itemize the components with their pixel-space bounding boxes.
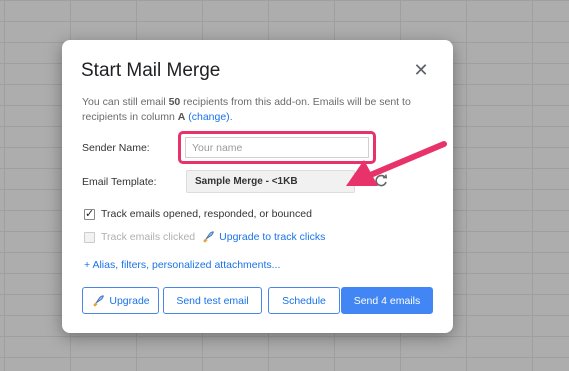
send-test-email-button[interactable]: Send test email <box>163 287 262 314</box>
track-opened-label: Track emails opened, responded, or bounc… <box>101 208 312 220</box>
track-clicked-checkbox <box>84 231 95 243</box>
more-options-link[interactable]: + Alias, filters, personalized attachmen… <box>84 259 280 271</box>
info-suffix: . <box>229 111 233 123</box>
pointer-arrow <box>346 141 447 186</box>
email-template-label: Email Template: <box>82 176 157 188</box>
track-opened-checkbox[interactable] <box>84 207 95 220</box>
upgrade-to-track-clicks-link[interactable]: Upgrade to track clicks <box>219 231 325 243</box>
track-clicked-label: Track emails clicked <box>101 231 196 243</box>
rocket-icon <box>93 294 105 307</box>
info-count: 50 <box>168 96 181 108</box>
sender-name-label: Sender Name: <box>82 142 150 154</box>
rocket-icon <box>203 231 214 243</box>
info-prefix: You can still email <box>82 96 169 108</box>
change-link[interactable]: (change) <box>188 111 229 123</box>
dialog-title: Start Mail Merge <box>81 60 221 81</box>
info-text: You can still email 50 recipients from t… <box>82 95 432 125</box>
track-opened-row[interactable]: Track emails opened, responded, or bounc… <box>84 207 312 220</box>
schedule-button[interactable]: Schedule <box>268 287 340 314</box>
send-emails-button[interactable]: Send 4 emails <box>341 287 433 314</box>
email-template-select[interactable]: Sample Merge - <1KB <box>186 170 355 193</box>
upgrade-button-label: Upgrade <box>109 294 150 307</box>
close-icon[interactable]: ✕ <box>412 61 430 79</box>
upgrade-button[interactable]: Upgrade <box>82 287 159 314</box>
track-clicked-row: Track emails clicked Upgrade to track cl… <box>84 230 325 244</box>
info-column: A <box>177 111 186 123</box>
